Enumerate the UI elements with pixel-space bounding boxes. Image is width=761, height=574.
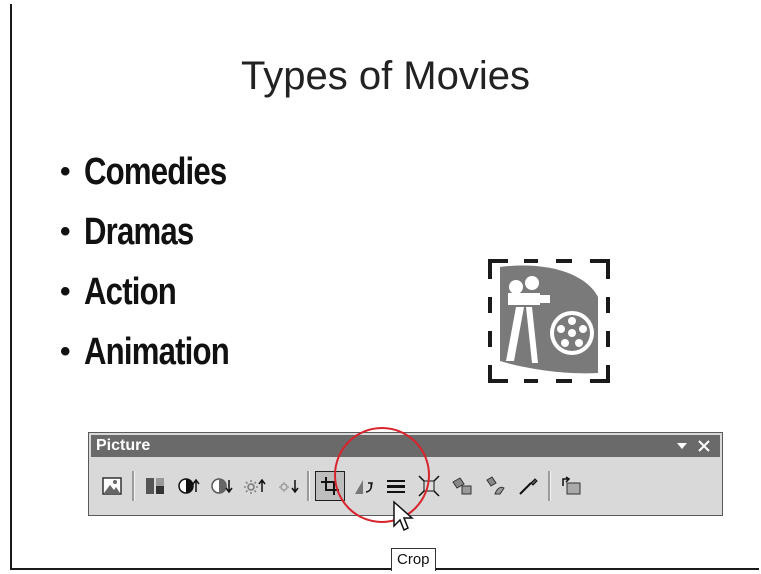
more-brightness-icon xyxy=(244,478,266,494)
bullet-dot: • xyxy=(60,155,70,188)
bullet-text: Comedies xyxy=(83,150,227,193)
list-item: • Animation xyxy=(60,322,260,382)
mouse-cursor-icon xyxy=(393,500,414,532)
toolbar-separator xyxy=(548,471,551,501)
reset-picture-button[interactable] xyxy=(556,471,586,501)
slide-title[interactable]: Types of Movies xyxy=(12,54,759,99)
compress-pictures-icon xyxy=(418,475,440,497)
rotate-left-icon xyxy=(355,480,373,494)
toolbar-separator xyxy=(132,471,135,501)
bullet-dot: • xyxy=(60,335,70,368)
rotate-left-button[interactable] xyxy=(348,471,378,501)
recolor-picture-icon xyxy=(452,477,472,495)
close-icon[interactable] xyxy=(696,438,712,454)
bullet-dot: • xyxy=(60,215,70,248)
line-style-icon xyxy=(387,480,405,493)
toolbar-title: Picture xyxy=(96,437,151,454)
toolbar-titlebar[interactable]: Picture xyxy=(91,435,720,457)
list-item: • Comedies xyxy=(60,142,260,202)
list-item: • Dramas xyxy=(60,202,260,262)
insert-picture-icon xyxy=(102,477,122,495)
bullet-text: Dramas xyxy=(83,210,194,253)
list-item: • Action xyxy=(60,262,260,322)
less-brightness-button[interactable] xyxy=(272,471,302,501)
bullet-list[interactable]: • Comedies • Dramas • Action • Animation xyxy=(60,142,260,382)
format-picture-icon xyxy=(486,476,505,495)
crop-button[interactable] xyxy=(315,471,345,501)
set-transparent-color-button[interactable] xyxy=(513,471,543,501)
more-brightness-button[interactable] xyxy=(239,471,269,501)
toolbar-separator xyxy=(307,471,310,501)
less-brightness-icon xyxy=(279,480,299,494)
tooltip: Crop xyxy=(391,548,436,571)
more-contrast-icon xyxy=(178,478,200,494)
insert-picture-button[interactable] xyxy=(97,471,127,501)
color-icon xyxy=(146,478,164,494)
crop-icon xyxy=(321,477,339,495)
less-contrast-button[interactable] xyxy=(206,471,236,501)
line-style-button[interactable] xyxy=(381,471,411,501)
bullet-text: Action xyxy=(83,270,177,313)
film-camera-reel-clipart[interactable] xyxy=(486,257,612,385)
less-contrast-icon xyxy=(211,478,233,494)
compress-pictures-button[interactable] xyxy=(414,471,444,501)
bullet-dot: • xyxy=(60,275,70,308)
reset-picture-icon xyxy=(562,476,581,495)
recolor-picture-button[interactable] xyxy=(447,471,477,501)
color-button[interactable] xyxy=(140,471,170,501)
set-transparent-color-icon xyxy=(519,478,538,495)
more-contrast-button[interactable] xyxy=(173,471,203,501)
format-picture-button[interactable] xyxy=(480,471,510,501)
toolbar-options-icon[interactable] xyxy=(674,438,690,454)
bullet-text: Animation xyxy=(83,330,230,373)
